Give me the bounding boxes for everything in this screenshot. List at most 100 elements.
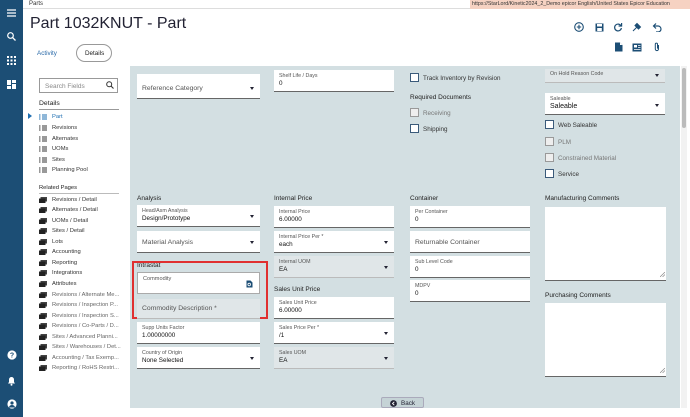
service-label: Service bbox=[558, 171, 579, 178]
country-of-origin-select[interactable]: Country of Origin None Selected bbox=[137, 347, 260, 369]
sidebar-item-planning-pool[interactable]: Planning Pool bbox=[39, 165, 88, 175]
pin-icon[interactable] bbox=[632, 22, 642, 32]
related-item-label: Lots bbox=[52, 239, 63, 245]
selected-arrow-icon bbox=[28, 113, 32, 119]
sidebar-item-revisions[interactable]: Revisions bbox=[39, 123, 77, 133]
related-item[interactable]: Revisions / Alternate Me... bbox=[39, 290, 119, 300]
service-checkbox[interactable] bbox=[545, 169, 554, 178]
dashboard-icon[interactable] bbox=[0, 76, 23, 92]
document-icon[interactable] bbox=[613, 42, 623, 52]
constrained-material-checkbox[interactable] bbox=[545, 153, 554, 162]
help-icon[interactable]: ? bbox=[0, 347, 23, 363]
mdpv-field[interactable]: MDPV 0 bbox=[410, 280, 530, 302]
search-fields-icon[interactable] bbox=[106, 81, 114, 91]
mdpv-label: MDPV bbox=[415, 283, 431, 289]
related-item[interactable]: Accounting / Tax Exemp... bbox=[39, 353, 119, 363]
undo-icon[interactable] bbox=[652, 22, 662, 32]
web-saleable-label: Web Saleable bbox=[558, 122, 598, 129]
user-account-icon[interactable] bbox=[0, 396, 23, 412]
list-icon bbox=[39, 125, 47, 131]
manufacturing-comments-textarea[interactable] bbox=[545, 207, 666, 281]
page-stack-icon bbox=[39, 249, 47, 255]
back-label: Back bbox=[401, 400, 415, 407]
returnable-container-field[interactable]: Returnable Container bbox=[410, 231, 530, 253]
internal-uom-select[interactable]: Internal UOM EA bbox=[274, 256, 394, 278]
related-item[interactable]: Sites / Advanced Planni... bbox=[39, 332, 118, 342]
sidebar-item-uoms[interactable]: UOMs bbox=[39, 144, 68, 154]
notification-bell-icon[interactable] bbox=[0, 373, 23, 389]
per-container-field[interactable]: Per Container 0 bbox=[410, 206, 530, 228]
related-item[interactable]: Sites / Detail bbox=[39, 226, 85, 236]
scrollbar-thumb[interactable] bbox=[682, 68, 686, 128]
related-item[interactable]: Revisions / Inspection S... bbox=[39, 311, 119, 321]
sidebar-item-sites[interactable]: Sites bbox=[39, 155, 65, 165]
commodity-field[interactable]: Commodity bbox=[137, 272, 260, 294]
related-item[interactable]: Attributes bbox=[39, 279, 77, 289]
page-stack-icon bbox=[39, 197, 47, 203]
related-item-label: Reporting / RoHS Restri... bbox=[52, 365, 120, 371]
sales-price-per-select[interactable]: Sales Price Per * /1 bbox=[274, 322, 394, 344]
related-item-label: Accounting / Tax Exemp... bbox=[52, 355, 119, 361]
resize-handle-icon[interactable] bbox=[659, 271, 666, 279]
related-item[interactable]: Reporting / RoHS Restri... bbox=[39, 363, 119, 373]
head-asm-analysis-select[interactable]: Head/Asm Analysis Design/Prototype bbox=[137, 205, 260, 227]
attachment-icon[interactable] bbox=[652, 42, 662, 52]
sub-level-code-field[interactable]: Sub Level Code 0 bbox=[410, 256, 530, 278]
related-item-label: Integrations bbox=[52, 270, 83, 276]
sales-unit-price-field[interactable]: Sales Unit Price 6.00000 bbox=[274, 297, 394, 319]
reference-category-select[interactable]: Reference Category bbox=[137, 74, 260, 99]
page-stack-icon bbox=[39, 302, 47, 308]
lookup-icon[interactable] bbox=[246, 280, 253, 290]
list-icon bbox=[39, 114, 47, 120]
related-item-label: Reporting bbox=[52, 260, 78, 266]
back-button[interactable]: Back bbox=[381, 397, 424, 408]
card-view-icon[interactable] bbox=[632, 42, 642, 52]
related-item[interactable]: Sites / Warehouses / Det... bbox=[39, 342, 121, 352]
track-inventory-checkbox[interactable] bbox=[410, 73, 419, 82]
commodity-description-field[interactable]: Commodity Description * bbox=[137, 299, 260, 319]
internal-price-per-label: Internal Price Per * bbox=[279, 234, 324, 240]
internal-price-per-value: each bbox=[279, 241, 293, 248]
sidebar-item-part[interactable]: Part bbox=[39, 112, 63, 122]
save-icon[interactable] bbox=[594, 22, 604, 32]
divider bbox=[39, 193, 119, 194]
internal-price-field[interactable]: Internal Price 6.00000 bbox=[274, 206, 394, 228]
sidebar-item-alternates[interactable]: Alternates bbox=[39, 134, 78, 144]
supp-units-factor-field[interactable]: Supp Units Factor 1.00000000 bbox=[137, 322, 260, 344]
receiving-checkbox[interactable] bbox=[410, 108, 419, 117]
add-new-icon[interactable] bbox=[574, 22, 584, 32]
apps-grid-icon[interactable] bbox=[0, 52, 23, 68]
related-item[interactable]: Revisions / Inspection P... bbox=[39, 300, 118, 310]
search-icon[interactable] bbox=[0, 28, 23, 44]
menu-icon[interactable] bbox=[0, 5, 23, 21]
web-saleable-checkbox[interactable] bbox=[545, 120, 554, 129]
related-item[interactable]: Lots bbox=[39, 237, 63, 247]
side-nav: ? bbox=[0, 0, 23, 417]
related-item[interactable]: UOMs / Detail bbox=[39, 216, 88, 226]
related-item[interactable]: Accounting bbox=[39, 247, 81, 257]
shelf-life-field[interactable]: Shelf Life / Days 0 bbox=[274, 70, 394, 92]
material-analysis-select[interactable]: Material Analysis bbox=[137, 231, 260, 253]
supp-units-value: 1.00000000 bbox=[142, 332, 176, 339]
page-stack-icon bbox=[39, 270, 47, 276]
tab-activity[interactable]: Activity bbox=[37, 50, 57, 57]
plm-checkbox[interactable] bbox=[545, 137, 554, 146]
on-hold-reason-select[interactable]: On Hold Reason Code bbox=[545, 69, 665, 83]
related-item[interactable]: Revisions / Co-Parts / D... bbox=[39, 321, 119, 331]
page-stack-icon bbox=[39, 344, 47, 350]
purchasing-comments-textarea[interactable] bbox=[545, 303, 666, 377]
page-stack-icon bbox=[39, 207, 47, 213]
sub-level-label: Sub Level Code bbox=[415, 259, 453, 265]
refresh-icon[interactable] bbox=[613, 22, 623, 32]
internal-price-per-select[interactable]: Internal Price Per * each bbox=[274, 231, 394, 253]
related-item[interactable]: Reporting bbox=[39, 258, 77, 268]
related-item[interactable]: Revisions / Detail bbox=[39, 195, 97, 205]
related-item[interactable]: Integrations bbox=[39, 268, 82, 278]
related-item-label: Revisions / Alternate Me... bbox=[52, 292, 120, 298]
resize-handle-icon[interactable] bbox=[659, 367, 666, 375]
shipping-checkbox[interactable] bbox=[410, 124, 419, 133]
related-item[interactable]: Alternates / Detail bbox=[39, 205, 98, 215]
saleable-select[interactable]: Saleable Saleable bbox=[545, 93, 665, 115]
sales-uom-select[interactable]: Sales UOM EA bbox=[274, 347, 394, 369]
breadcrumb[interactable]: Parts bbox=[29, 1, 43, 7]
